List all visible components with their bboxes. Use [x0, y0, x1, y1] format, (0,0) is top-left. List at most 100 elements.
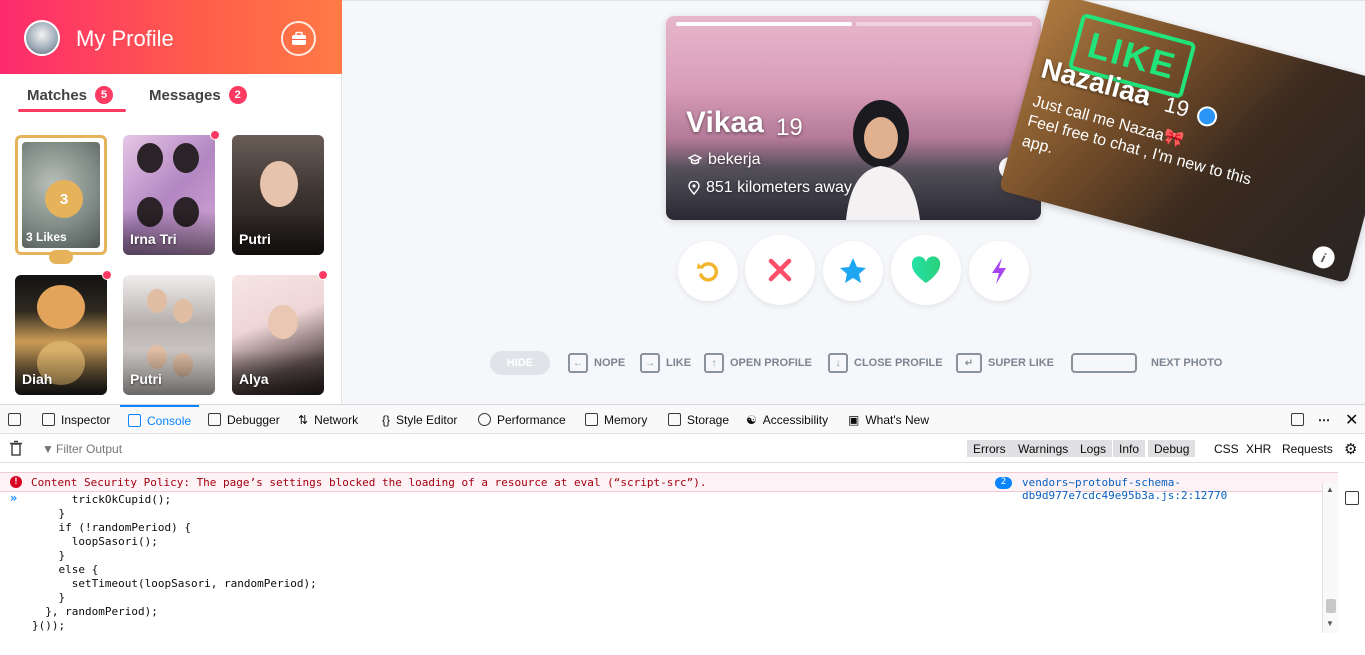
shortcut-label: CLOSE PROFILE — [854, 357, 943, 369]
scroll-thumb[interactable] — [1326, 599, 1336, 613]
tab-debugger[interactable]: Debugger — [208, 405, 280, 434]
verified-badge-icon — [1194, 104, 1220, 129]
tab-label: Console — [147, 413, 192, 428]
nope-button[interactable] — [745, 235, 815, 305]
filter-xhr-button[interactable]: XHR — [1246, 440, 1271, 457]
code-line: if (!randomPeriod) { — [32, 521, 191, 534]
filter-warnings-button[interactable]: Warnings — [1012, 440, 1075, 457]
like-button[interactable] — [891, 235, 961, 305]
profile-title[interactable]: My Profile — [76, 26, 174, 52]
tab-label: Network — [314, 412, 359, 427]
tab-messages[interactable]: Messages 2 — [149, 86, 247, 104]
keyboard-shortcuts: HIDE ← NOPE → LIKE ↑ OPEN PROFILE ↓ CLOSE PR… — [490, 351, 1250, 375]
match-card[interactable]: Putri — [232, 135, 324, 255]
swiped-profile-age: 19 — [1161, 91, 1192, 122]
tab-console[interactable]: Console — [120, 405, 200, 434]
error-source-link[interactable]: vendors~protobuf-schema-db9d977e7cdc49e9… — [1022, 476, 1338, 502]
arrow-down-key-icon: ↓ — [828, 353, 848, 373]
new-match-dot — [210, 130, 220, 140]
tab-memory[interactable]: Memory — [585, 405, 647, 434]
settings-gear-icon[interactable]: ⚙ — [1344, 440, 1357, 458]
info-icon[interactable]: i — [1310, 243, 1338, 271]
filter-css-button[interactable]: CSS — [1214, 440, 1239, 457]
tab-storage[interactable]: Storage — [668, 405, 729, 434]
profile-distance: 851 kilometers away — [688, 179, 852, 197]
filter-requests-button[interactable]: Requests — [1282, 440, 1333, 457]
active-tab-underline — [18, 109, 126, 112]
gold-heart-icon — [49, 250, 73, 264]
memory-chip-icon — [585, 413, 598, 426]
rewind-button[interactable] — [678, 241, 738, 301]
star-icon — [840, 258, 866, 283]
trash-icon[interactable] — [9, 440, 23, 456]
photo-indicator — [856, 22, 1032, 26]
match-name: Irna Tri — [130, 231, 177, 247]
tab-matches[interactable]: Matches 5 — [27, 86, 114, 104]
tab-label: What's New — [865, 412, 929, 427]
tab-inspector[interactable]: Inspector — [42, 405, 110, 434]
match-card[interactable]: Diah — [15, 275, 107, 395]
tab-whats-new[interactable]: ▣ What's New — [848, 405, 929, 434]
profile-job-text: bekerja — [708, 151, 761, 168]
likes-you-card[interactable]: 3 3 Likes — [15, 135, 107, 255]
error-text: Content Security Policy: The page’s sett… — [31, 476, 707, 489]
briefcase-button[interactable] — [281, 21, 316, 56]
match-photo — [173, 299, 193, 323]
code-line: trickOkCupid(); — [32, 493, 172, 506]
photo-indicator-active — [676, 22, 852, 26]
super-like-button[interactable] — [823, 241, 883, 301]
profile-card-current[interactable]: Vikaa 19 bekerja 851 kilometers away i — [666, 16, 1041, 220]
scroll-down-icon[interactable]: ▼ — [1326, 619, 1334, 628]
console-input-code[interactable]: trickOkCupid(); } if (!randomPeriod) { l… — [32, 493, 317, 633]
tab-style-editor[interactable]: {} Style Editor — [382, 405, 457, 434]
match-name: Alya — [239, 371, 269, 387]
tab-accessibility[interactable]: ☯ Accessibility — [746, 405, 828, 434]
gauge-icon — [478, 413, 491, 426]
shortcut-label: OPEN PROFILE — [730, 357, 812, 369]
profile-distance-text: 851 kilometers away — [706, 179, 852, 196]
scroll-up-icon[interactable]: ▲ — [1326, 485, 1334, 494]
heart-icon — [911, 256, 941, 283]
dock-button[interactable] — [1291, 405, 1304, 434]
likes-label: 3 Likes — [26, 230, 67, 244]
sidebar-header: My Profile — [0, 0, 342, 74]
console-output[interactable]: ! Content Security Policy: The page’s se… — [0, 463, 1338, 638]
tab-performance[interactable]: Performance — [478, 405, 566, 434]
match-name: Putri — [130, 371, 162, 387]
console-error-message: ! Content Security Policy: The page’s se… — [0, 472, 1338, 502]
location-pin-icon — [688, 181, 700, 195]
match-card[interactable]: Putri — [123, 275, 215, 395]
element-picker-button[interactable] — [8, 405, 21, 434]
match-card[interactable]: Alya — [232, 275, 324, 395]
filter-info-button[interactable]: Info — [1113, 440, 1146, 457]
shortcut-label: LIKE — [666, 357, 692, 369]
tab-network[interactable]: ⇅ Network — [298, 405, 358, 434]
code-line: } — [32, 549, 66, 562]
close-devtools-button[interactable]: ✕ — [1345, 405, 1358, 434]
match-card[interactable]: Irna Tri — [123, 135, 215, 255]
boost-button[interactable] — [969, 241, 1029, 301]
filter-debug-button[interactable]: Debug — [1148, 440, 1196, 457]
filter-output-input[interactable] — [38, 439, 938, 459]
hide-label: HIDE — [506, 357, 534, 369]
close-icon: ✕ — [1345, 411, 1359, 429]
graduation-cap-icon — [688, 154, 702, 165]
match-photo — [37, 285, 85, 329]
arrow-right-key-icon: → — [640, 353, 660, 373]
enter-key-icon: ↵ — [956, 353, 982, 373]
more-options-button[interactable]: ⋯ — [1318, 405, 1330, 434]
picker-icon — [8, 413, 21, 426]
avatar[interactable] — [24, 20, 60, 56]
console-scrollbar[interactable]: ▲ ▼ — [1322, 483, 1338, 633]
console-filter-bar: ▼ Errors Warnings Logs Info Debug CSS XH… — [0, 434, 1365, 463]
filter-logs-button[interactable]: Logs — [1074, 440, 1113, 457]
dock-icon — [1291, 413, 1304, 426]
sidebar-toggle-icon[interactable] — [1345, 491, 1359, 505]
accessibility-icon: ☯ — [746, 412, 757, 427]
tab-label: Debugger — [227, 412, 280, 427]
code-line: }, randomPeriod); — [32, 605, 158, 618]
filter-errors-button[interactable]: Errors — [967, 440, 1012, 457]
storage-icon — [668, 413, 681, 426]
shortcut-close-profile: ↓ CLOSE PROFILE — [828, 351, 943, 375]
hide-shortcuts-button[interactable]: HIDE — [490, 351, 550, 375]
